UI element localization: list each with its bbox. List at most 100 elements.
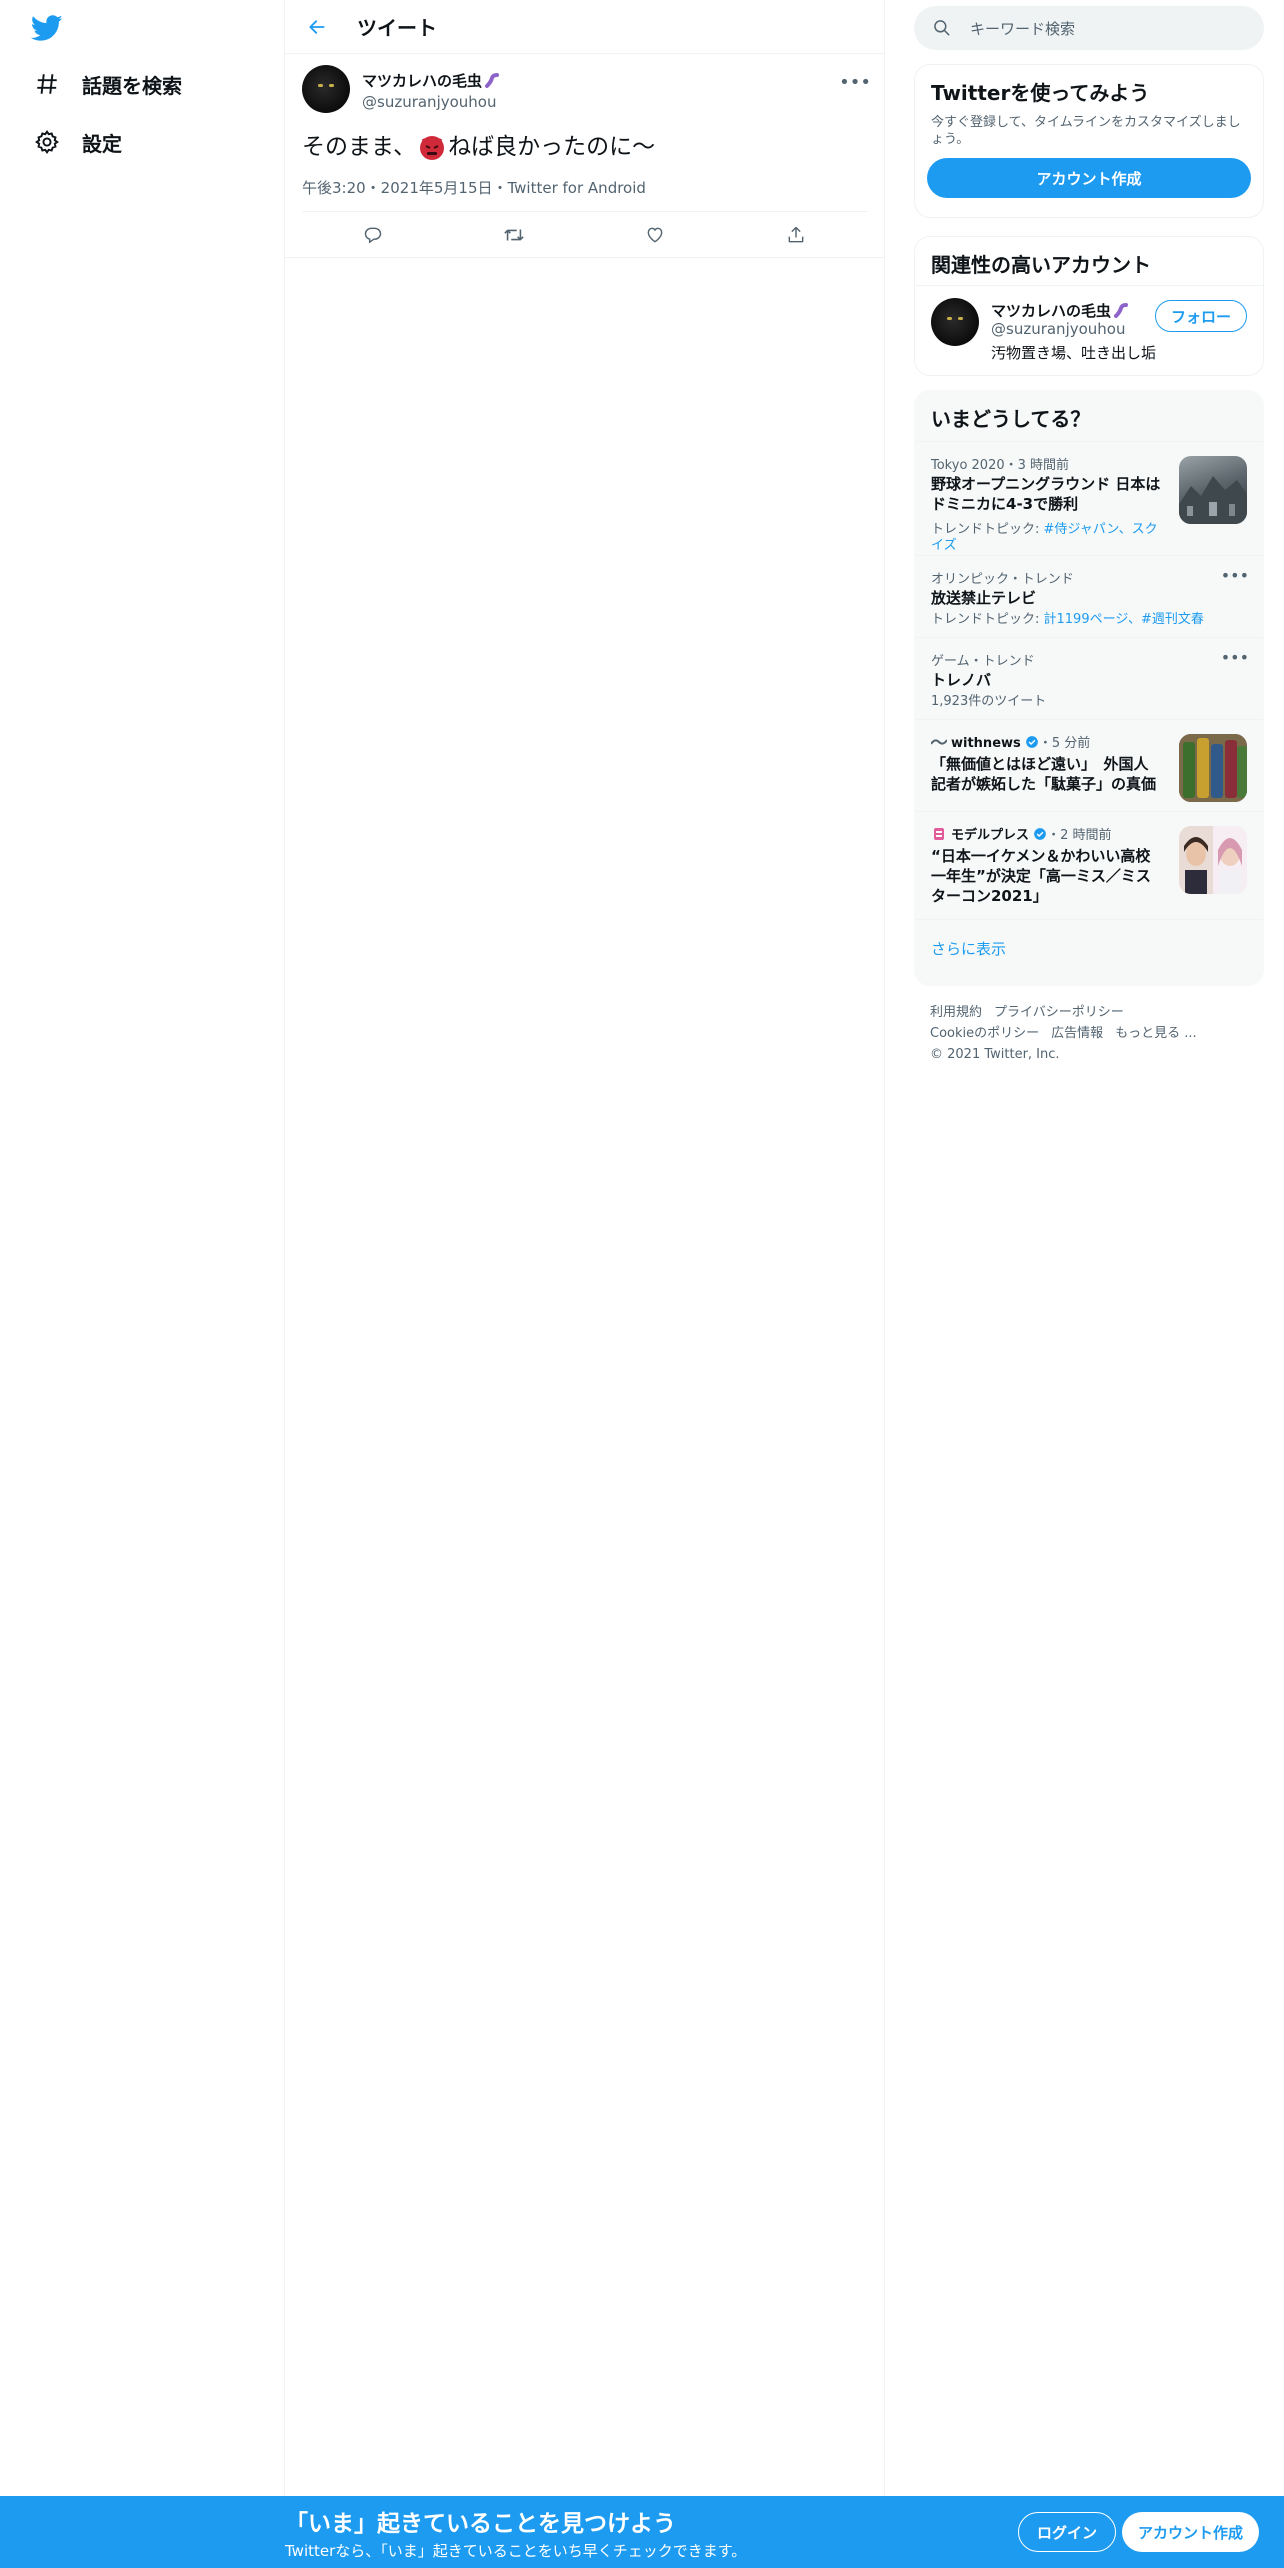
trend-item[interactable]: ゲーム・トレンド トレノバ 1,923件のツイート ••• <box>915 637 1263 719</box>
signup-banner: 「いま」起きていることを見つけよう Twitterなら、「いま」起きていることを… <box>0 2496 1284 2568</box>
tweet-text: そのまま、 ねば良かったのに〜 <box>302 131 867 163</box>
trends-title: いまどうしてる？ <box>931 407 1091 431</box>
news-source-name: モデルプレス <box>951 828 1030 843</box>
related-account-row[interactable]: マツカレハの毛虫 @suzuranjyouhou 汚物置き場、吐き出し垢 フォロ… <box>915 285 1263 375</box>
avatar[interactable] <box>931 298 979 346</box>
trend-category: Tokyo 2020・3 時間前 <box>931 458 1070 473</box>
footer-terms-link[interactable]: 利用規約 <box>930 1005 982 1020</box>
ellipsis-icon[interactable]: ••• <box>1221 648 1249 667</box>
caterpillar-emoji-icon <box>485 72 500 88</box>
tweet-actions <box>302 211 867 257</box>
nav-item-explore[interactable]: 話題を検索 <box>32 62 182 106</box>
tweet: マツカレハの毛虫 @suzuranjyouhou ••• そのまま、 ねば良かっ… <box>285 54 884 258</box>
news-source: モデルプレス ・2 時間前 <box>931 824 1112 843</box>
modelpress-logo-icon <box>934 828 944 840</box>
retweet-icon <box>504 229 524 240</box>
withnews-logo-icon <box>931 739 947 745</box>
like-button[interactable] <box>638 218 672 252</box>
trend-subtitle: 1,923件のツイート <box>931 694 1047 709</box>
news-thumbnail <box>1179 734 1247 802</box>
banner-subtitle: Twitterなら、「いま」起きていることをいち早くチェックできます。 <box>285 2542 747 2560</box>
search-placeholder: キーワード検索 <box>970 19 1076 38</box>
angry-devil-emoji-icon <box>420 136 445 160</box>
tweet-text-part2: ねば良かったのに〜 <box>448 134 656 160</box>
trend-thumbnail <box>1179 456 1247 524</box>
nav-label-explore: 話題を検索 <box>82 73 182 98</box>
related-account-name[interactable]: マツカレハの毛虫 <box>991 300 1130 321</box>
trend-sub-prefix: トレンドトピック: <box>931 522 1044 537</box>
nav-label-settings: 設定 <box>82 131 122 156</box>
footer-more-link[interactable]: もっと見る ... <box>1115 1026 1197 1041</box>
related-name-text: マツカレハの毛虫 <box>991 302 1112 320</box>
banner-title: 「いま」起きていることを見つけよう <box>285 2511 676 2537</box>
signup-card-title: Twitterを使ってみよう <box>931 81 1150 105</box>
news-title: 「無価値とはほど遠い」 外国人記者が嫉妬した「駄菓子」の真価 <box>931 755 1157 793</box>
footer-cookie-link[interactable]: Cookieのポリシー <box>930 1026 1039 1041</box>
show-more-row[interactable]: さらに表示 <box>915 919 1263 985</box>
trend-topic-link[interactable]: 計1199ページ、#週刊文春 <box>1044 612 1204 627</box>
trend-category: ゲーム・トレンド <box>931 654 1035 669</box>
news-item[interactable]: モデルプレス ・2 時間前 “日本一イケメン＆かわいい高校一年生”が決定「高一ミ… <box>915 811 1263 919</box>
reply-button[interactable] <box>356 218 390 252</box>
tweet-timestamp[interactable]: 午後3:20・2021年5月15日・Twitter for Android <box>302 177 867 198</box>
main-column: ツイート マツカレハの毛虫 @suzuranjyouhou ••• そのまま、 <box>285 0 885 2568</box>
related-accounts-card: 関連性の高いアカウント マツカレハの毛虫 @suzuranjyouhou 汚物置… <box>914 236 1264 376</box>
news-thumbnail <box>1179 826 1247 894</box>
signup-card-subtitle: 今すぐ登録して、タイムラインをカスタマイズしましょう。 <box>931 115 1241 147</box>
verified-badge-icon <box>1026 736 1038 748</box>
trend-title: 放送禁止テレビ <box>931 589 1037 607</box>
trend-item[interactable]: Tokyo 2020・3 時間前 野球オープニングラウンド 日本はドミニカに4-… <box>915 441 1263 555</box>
related-accounts-title: 関連性の高いアカウント <box>931 253 1151 277</box>
search-icon <box>934 20 950 36</box>
retweet-button[interactable] <box>497 218 531 252</box>
arrow-left-icon <box>309 19 325 34</box>
news-source: withnews ・5 分前 <box>931 732 1090 751</box>
trend-subtitle: トレンドトピック: 計1199ページ、#週刊文春 <box>931 612 1204 628</box>
trend-title: トレノバ <box>931 671 992 689</box>
page-title: ツイート <box>357 16 437 40</box>
column-header: ツイート <box>285 0 884 54</box>
share-icon <box>789 226 804 242</box>
caterpillar-emoji-icon <box>1114 302 1129 318</box>
reply-icon <box>364 227 381 243</box>
twitter-bird-icon[interactable] <box>30 12 64 44</box>
trend-item[interactable]: オリンピック・トレンド 放送禁止テレビ トレンドトピック: 計1199ページ、#… <box>915 555 1263 637</box>
news-source-name: withnews <box>951 736 1021 751</box>
hashtag-icon <box>32 69 62 99</box>
footer-privacy-link[interactable]: プライバシーポリシー <box>994 1005 1124 1020</box>
trend-sub-prefix: トレンドトピック: <box>931 612 1044 627</box>
tweet-author-handle[interactable]: @suzuranjyouhou <box>362 93 501 111</box>
ellipsis-icon[interactable]: ••• <box>839 72 871 93</box>
banner-create-account-button[interactable]: アカウント作成 <box>1122 2512 1260 2552</box>
show-more-link[interactable]: さらに表示 <box>931 938 1006 959</box>
search-input[interactable]: キーワード検索 <box>914 6 1264 50</box>
news-time: ・5 分前 <box>1038 736 1091 751</box>
news-time: ・2 時間前 <box>1047 828 1112 843</box>
ellipsis-icon[interactable]: ••• <box>1221 566 1249 585</box>
trend-title: 野球オープニングラウンド 日本はドミニカに4-3で勝利 <box>931 475 1161 513</box>
back-button[interactable] <box>299 9 335 45</box>
footer-ads-link[interactable]: 広告情報 <box>1051 1026 1103 1041</box>
related-account-bio: 汚物置き場、吐き出し垢 <box>991 344 1157 362</box>
login-button[interactable]: ログイン <box>1018 2512 1117 2552</box>
trend-category: オリンピック・トレンド <box>931 572 1074 587</box>
follow-button[interactable]: フォロー <box>1154 300 1247 332</box>
left-navigation: 話題を検索 設定 <box>0 0 285 2568</box>
news-title: “日本一イケメン＆かわいい高校一年生”が決定「高一ミス／ミスターコン2021」 <box>931 847 1151 905</box>
trends-card: いまどうしてる？ Tokyo 2020・3 時間前 野球オープニングラウンド 日… <box>914 390 1264 986</box>
signup-card: Twitterを使ってみよう 今すぐ登録して、タイムラインをカスタマイズしましょ… <box>914 64 1264 218</box>
footer-links: 利用規約 プライバシーポリシー Cookieのポリシー 広告情報 もっと見る ... … <box>930 1002 1209 1065</box>
create-account-button[interactable]: アカウント作成 <box>927 158 1251 198</box>
share-button[interactable] <box>779 218 813 252</box>
author-name-text: マツカレハの毛虫 <box>362 72 483 90</box>
tweet-author-name[interactable]: マツカレハの毛虫 <box>362 70 501 91</box>
verified-badge-icon <box>1034 828 1046 840</box>
nav-item-settings[interactable]: 設定 <box>32 120 122 164</box>
avatar[interactable] <box>302 65 350 113</box>
news-item[interactable]: withnews ・5 分前 「無価値とはほど遠い」 外国人記者が嫉妬した「駄菓… <box>915 719 1263 811</box>
tweet-text-part1: そのまま、 <box>302 134 417 160</box>
related-account-handle[interactable]: @suzuranjyouhou <box>991 320 1126 338</box>
trend-subtitle: トレンドトピック: #侍ジャパン、スクイズ <box>931 522 1163 554</box>
footer-copyright: © 2021 Twitter, Inc. <box>930 1047 1060 1062</box>
gear-icon <box>32 127 62 157</box>
